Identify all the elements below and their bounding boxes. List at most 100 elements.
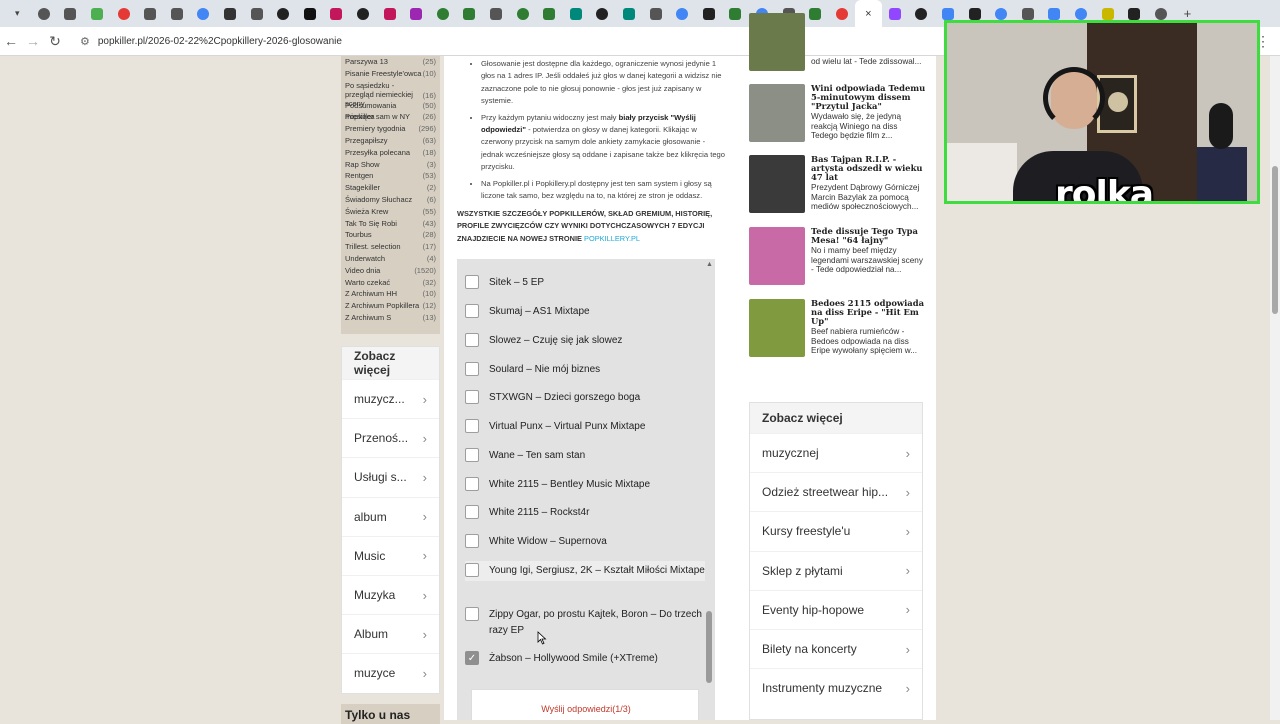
category-link[interactable]: Tak To Się Robi (43) — [345, 218, 436, 230]
news-item[interactable]: Bas Tajpan R.I.P. - artysta odszedł w wi… — [749, 155, 929, 215]
category-link[interactable]: Z Archiwum HH (10) — [345, 288, 436, 300]
news-title[interactable]: Tede dissuje Tego Typa Mesa! "64 łajny" — [811, 227, 929, 245]
right-more-item[interactable]: Instrumenty muzyczne › — [750, 668, 922, 707]
category-link[interactable]: Premiery tygodnia (296) — [345, 123, 436, 135]
page-scroll-thumb[interactable] — [1272, 166, 1278, 314]
browser-tab[interactable] — [297, 0, 324, 27]
browser-tab[interactable] — [110, 0, 137, 27]
poll-option[interactable]: Young Igi, Sergiusz, 2K – Kształt Miłośc… — [465, 561, 705, 581]
browser-tab[interactable] — [483, 0, 510, 27]
poll-option[interactable]: Slowez – Czuję się jak slowez — [465, 333, 705, 349]
left-more-item[interactable]: Usługi s... › — [342, 457, 439, 496]
right-more-item[interactable]: muzycznej › — [750, 433, 922, 472]
checkbox[interactable] — [465, 333, 479, 347]
checkbox[interactable] — [465, 419, 479, 433]
back-button[interactable]: ← — [0, 33, 22, 49]
browser-tab[interactable] — [562, 0, 589, 27]
category-link[interactable]: Podsumowania miesiąca (50) — [345, 100, 436, 122]
scroll-up-icon[interactable]: ▲ — [706, 261, 713, 268]
category-link[interactable]: Z Archiwum Popkillera (12) — [345, 300, 436, 312]
poll-option[interactable]: STXWGN – Dzieci gorszego boga — [465, 390, 705, 406]
poll-option[interactable]: White Widow – Supernova — [465, 534, 705, 550]
news-thumbnail[interactable] — [749, 13, 805, 71]
tab-list-icon[interactable]: ▾ — [4, 0, 31, 27]
checkbox[interactable] — [465, 390, 479, 404]
browser-tab[interactable] — [589, 0, 616, 27]
category-link[interactable]: Warto czekać (32) — [345, 277, 436, 289]
category-link[interactable]: Rentgen (53) — [345, 170, 436, 182]
category-link[interactable]: Przesyłka polecana (18) — [345, 147, 436, 159]
news-title[interactable]: Wini odpowiada Tedemu 5-minutowym dissem… — [811, 84, 929, 111]
category-link[interactable]: Underwatch (4) — [345, 253, 436, 265]
browser-tab[interactable] — [722, 0, 749, 27]
category-link[interactable]: Po sąsiedzku - przegląd niemieckiej scen… — [345, 80, 436, 108]
left-more-item[interactable]: muzycz... › — [342, 379, 439, 418]
browser-tab[interactable] — [84, 0, 111, 27]
browser-tab[interactable] — [217, 0, 244, 27]
news-thumbnail[interactable] — [749, 84, 805, 142]
category-link[interactable]: Świeża Krew (55) — [345, 206, 436, 218]
poll-scroll-thumb[interactable] — [706, 611, 712, 683]
browser-tab[interactable] — [376, 0, 403, 27]
news-item[interactable]: od wielu lat - Tede zdissowal... — [749, 13, 929, 71]
browser-tab[interactable] — [669, 0, 696, 27]
browser-tab[interactable] — [616, 0, 643, 27]
browser-tab[interactable] — [164, 0, 191, 27]
category-link[interactable]: Pisanie Freestyle'owca (10) — [345, 68, 436, 80]
category-link[interactable]: Przegapiłszy (63) — [345, 135, 436, 147]
checkbox[interactable] — [465, 505, 479, 519]
browser-tab[interactable] — [243, 0, 270, 27]
browser-tab[interactable] — [350, 0, 377, 27]
submit-answers-button[interactable]: Wyślij odpowiedzi(1/3) — [472, 704, 700, 714]
category-link[interactable]: Świadomy Słuchacz (6) — [345, 194, 436, 206]
poll-scrollbar[interactable]: ▲ — [704, 259, 715, 720]
left-more-item[interactable]: Muzyka › — [342, 574, 439, 614]
checkbox[interactable] — [465, 448, 479, 462]
category-link[interactable]: Video dnia (1520) — [345, 265, 436, 277]
news-title[interactable]: Bedoes 2115 odpowiada na diss Eripe - "H… — [811, 299, 929, 326]
browser-tab[interactable] — [536, 0, 563, 27]
left-more-item[interactable]: muzyce › — [342, 653, 439, 692]
category-link[interactable]: Z Archiwum S (13) — [345, 312, 436, 324]
forward-button[interactable]: → — [22, 33, 44, 49]
left-more-item[interactable]: Music › — [342, 535, 439, 575]
news-title[interactable]: Bas Tajpan R.I.P. - artysta odszedł w wi… — [811, 155, 929, 182]
right-more-item[interactable]: Odzież streetwear hip... › — [750, 472, 922, 511]
browser-tab[interactable] — [270, 0, 297, 27]
left-more-item[interactable]: Album › — [342, 614, 439, 653]
browser-tab[interactable] — [31, 0, 58, 27]
checkbox[interactable] — [465, 304, 479, 318]
news-thumbnail[interactable] — [749, 299, 805, 357]
browser-tab[interactable] — [323, 0, 350, 27]
checkbox[interactable] — [465, 563, 479, 577]
poll-option[interactable]: Wane – Ten sam stan — [465, 448, 705, 464]
browser-tab[interactable] — [190, 0, 217, 27]
poll-option[interactable]: Soulard – Nie mój biznes — [465, 362, 705, 378]
left-more-item[interactable]: album › — [342, 496, 439, 536]
checkbox[interactable] — [465, 362, 479, 376]
right-more-item[interactable]: Kursy freestyle'u › — [750, 511, 922, 550]
browser-tab[interactable] — [642, 0, 669, 27]
page-scrollbar[interactable] — [1270, 56, 1280, 720]
browser-tab[interactable] — [137, 0, 164, 27]
news-item[interactable]: Wini odpowiada Tedemu 5-minutowym dissem… — [749, 84, 929, 144]
poll-option[interactable]: Zippy Ogar, po prostu Kajtek, Boron – Do… — [465, 607, 705, 638]
popkillery-link[interactable]: popkillery.pl — [584, 234, 640, 243]
browser-tab[interactable] — [695, 0, 722, 27]
browser-tab[interactable] — [456, 0, 483, 27]
news-thumbnail[interactable] — [749, 155, 805, 213]
checkbox[interactable]: ✓ — [465, 651, 479, 665]
news-item[interactable]: Bedoes 2115 odpowiada na diss Eripe - "H… — [749, 299, 929, 359]
news-item[interactable]: Tede dissuje Tego Typa Mesa! "64 łajny" N… — [749, 227, 929, 287]
category-link[interactable]: Trillest. selection (17) — [345, 241, 436, 253]
checkbox[interactable] — [465, 607, 479, 621]
checkbox[interactable] — [465, 275, 479, 289]
checkbox[interactable] — [465, 534, 479, 548]
browser-tab[interactable] — [509, 0, 536, 27]
category-link[interactable]: Parszywa 13 (25) — [345, 56, 436, 68]
browser-tab[interactable] — [57, 0, 84, 27]
right-more-item[interactable]: Eventy hip-hopowe › — [750, 589, 922, 629]
category-link[interactable]: Popkiller sam w NY (26) — [345, 111, 436, 123]
browser-tab[interactable] — [403, 0, 430, 27]
poll-option[interactable]: ✓ Żabson – Hollywood Smile (+XTreme) — [465, 651, 705, 667]
